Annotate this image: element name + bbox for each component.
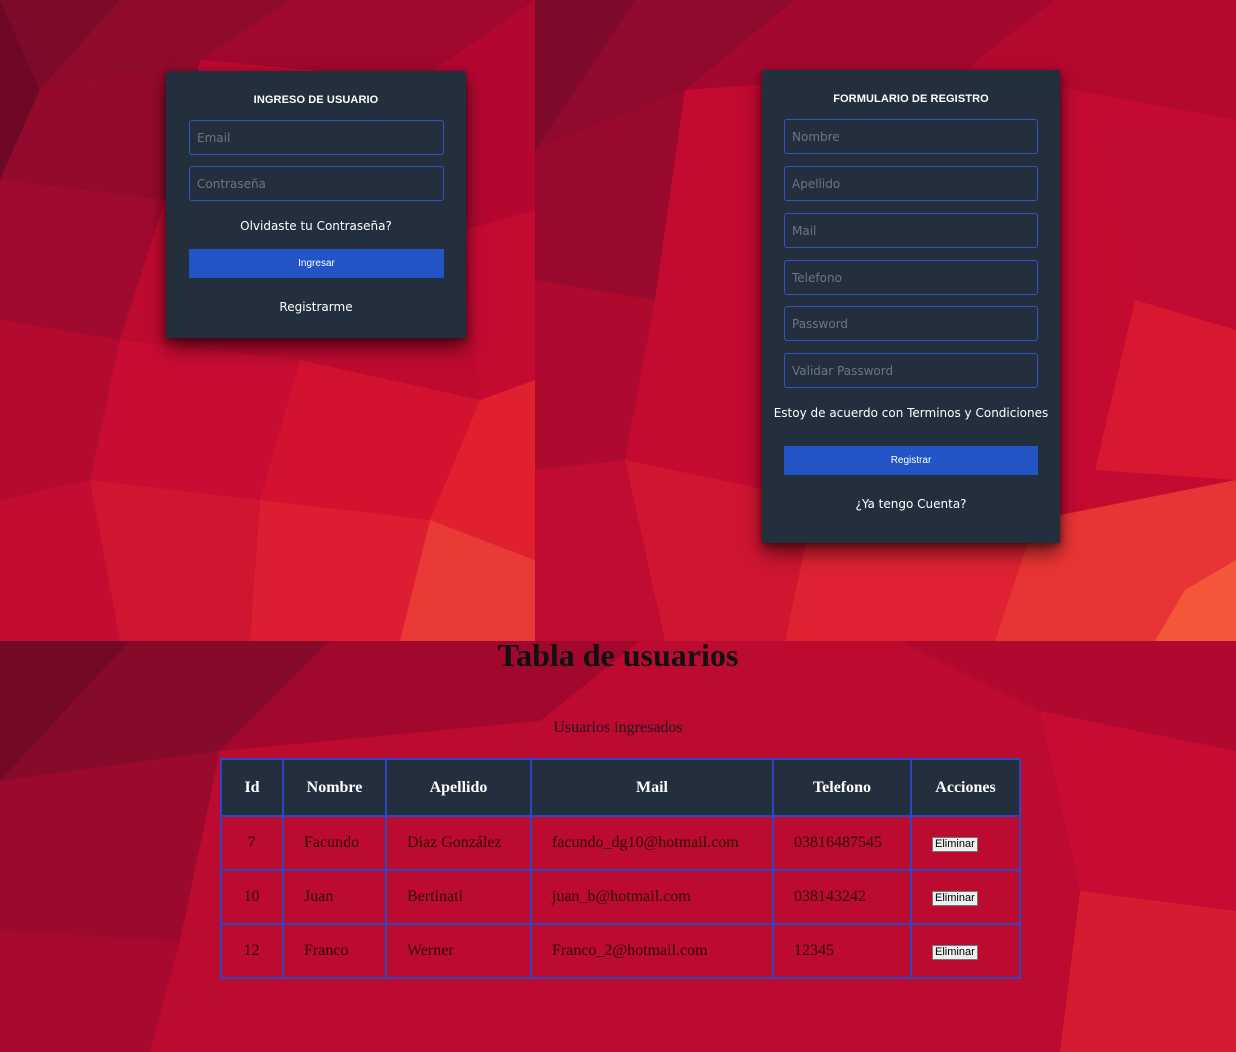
header-mail: Mail [530, 758, 774, 817]
users-table-panel: Tabla de usuarios Usuarios ingresados Id… [0, 641, 1236, 1052]
mail-field[interactable] [784, 213, 1038, 248]
cell-telefono: 12345 [772, 923, 912, 979]
apellido-field[interactable] [784, 166, 1038, 201]
login-title: INGRESO DE USUARIO [253, 94, 379, 106]
password-field[interactable] [784, 306, 1038, 341]
terms-text[interactable]: Estoy de acuerdo con Terminos y Condicio… [762, 406, 1060, 420]
table-header-row: Id Nombre Apellido Mail Telefono Accione… [220, 758, 1021, 817]
table-row: 12 Franco Werner Franco_2@hotmail.com 12… [220, 923, 1021, 979]
delete-button[interactable]: Eliminar [932, 944, 978, 960]
cell-nombre: Franco [282, 923, 387, 979]
header-nombre: Nombre [282, 758, 387, 817]
cell-nombre: Juan [282, 869, 387, 925]
cell-id: 7 [220, 815, 284, 871]
register-card: FORMULARIO DE REGISTRO Estoy de acuerdo … [762, 70, 1060, 543]
have-account-link[interactable]: ¿Ya tengo Cuenta? [762, 497, 1060, 511]
header-apellido: Apellido [385, 758, 532, 817]
cell-nombre: Facundo [282, 815, 387, 871]
register-button[interactable]: Registrar [784, 446, 1038, 475]
nombre-field[interactable] [784, 119, 1038, 154]
login-panel: INGRESO DE USUARIO Olvidaste tu Contrase… [0, 0, 535, 641]
forgot-password-link[interactable]: Olvidaste tu Contraseña? [166, 219, 466, 233]
cell-id: 12 [220, 923, 284, 979]
cell-apellido: Diaz González [385, 815, 532, 871]
table-subtitle: Usuarios ingresados [553, 719, 683, 736]
validate-password-field[interactable] [784, 353, 1038, 388]
login-button[interactable]: Ingresar [189, 249, 444, 278]
table-title: Tabla de usuarios [497, 641, 739, 673]
email-field[interactable] [189, 120, 444, 155]
cell-apellido: Werner [385, 923, 532, 979]
password-field[interactable] [189, 166, 444, 201]
login-card: INGRESO DE USUARIO Olvidaste tu Contrase… [166, 71, 466, 338]
cell-acciones: Eliminar [910, 815, 1021, 871]
cell-mail: Franco_2@hotmail.com [530, 923, 774, 979]
delete-button[interactable]: Eliminar [932, 836, 978, 852]
header-id: Id [220, 758, 284, 817]
delete-button[interactable]: Eliminar [932, 890, 978, 906]
header-acciones: Acciones [910, 758, 1021, 817]
register-panel: FORMULARIO DE REGISTRO Estoy de acuerdo … [535, 0, 1236, 641]
cell-mail: facundo_dg10@hotmail.com [530, 815, 774, 871]
register-title: FORMULARIO DE REGISTRO [833, 93, 989, 105]
cell-acciones: Eliminar [910, 869, 1021, 925]
cell-acciones: Eliminar [910, 923, 1021, 979]
cell-telefono: 038143242 [772, 869, 912, 925]
cell-mail: juan_b@hotmail.com [530, 869, 774, 925]
cell-apellido: Bertinati [385, 869, 532, 925]
table-row: 10 Juan Bertinati juan_b@hotmail.com 038… [220, 869, 1021, 925]
cell-telefono: 03816487545 [772, 815, 912, 871]
register-link[interactable]: Registrarme [166, 300, 466, 314]
cell-id: 10 [220, 869, 284, 925]
header-telefono: Telefono [772, 758, 912, 817]
table-row: 7 Facundo Diaz González facundo_dg10@hot… [220, 815, 1021, 871]
telefono-field[interactable] [784, 260, 1038, 295]
users-table: Id Nombre Apellido Mail Telefono Accione… [220, 758, 1021, 979]
